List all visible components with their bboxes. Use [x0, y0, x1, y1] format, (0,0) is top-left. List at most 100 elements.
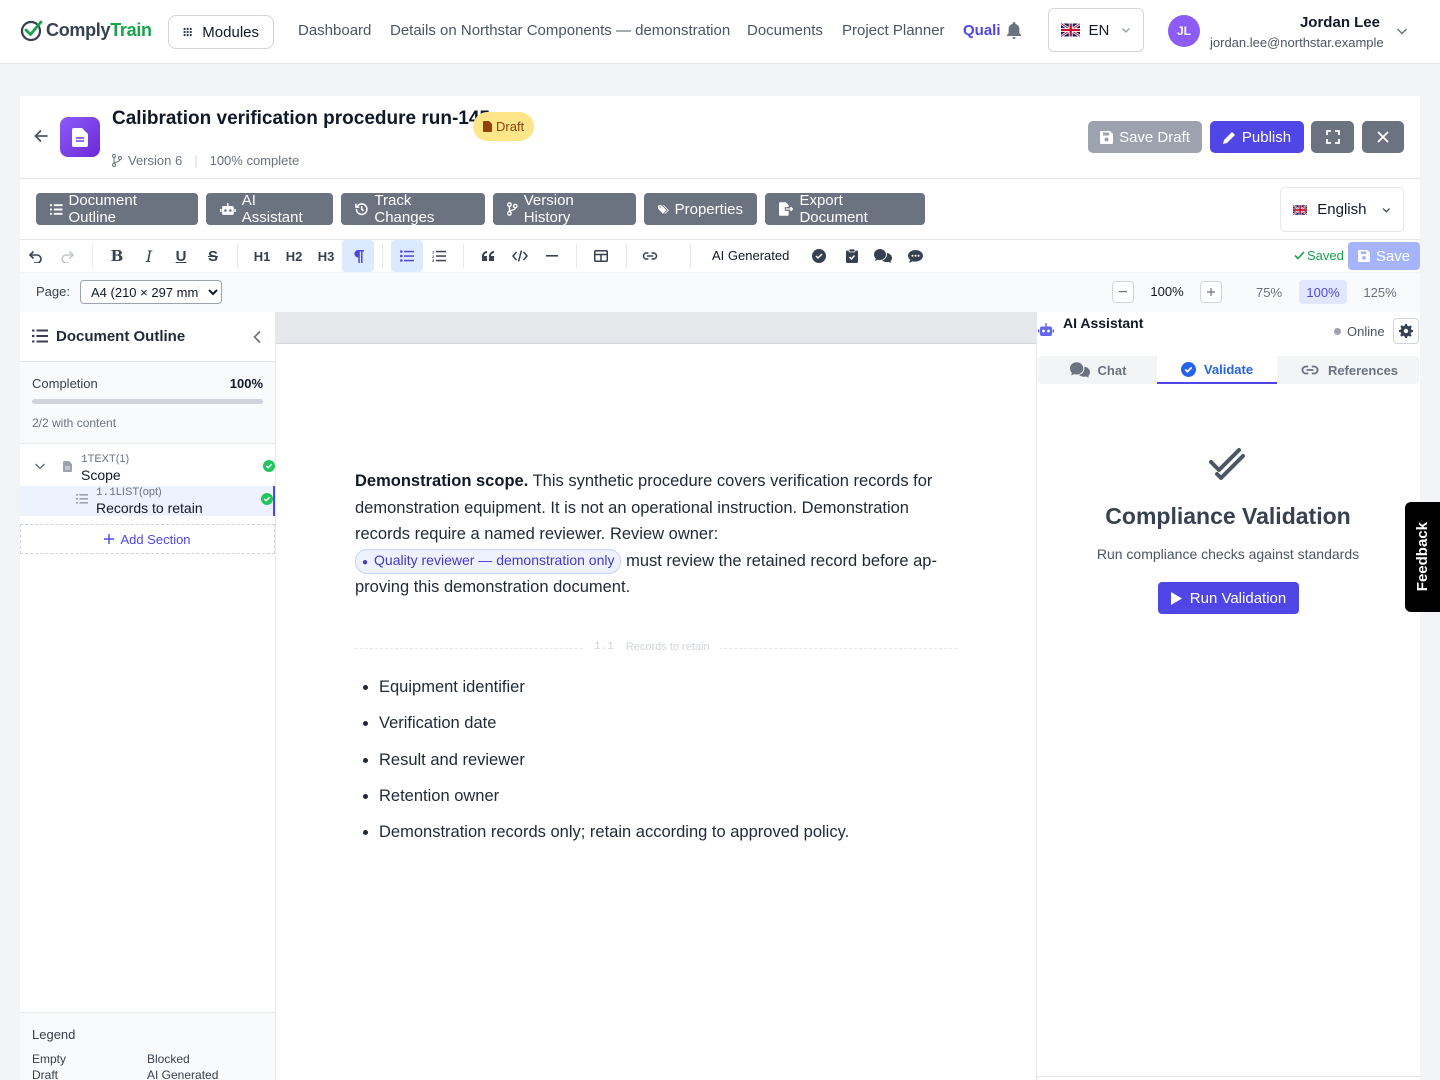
tab-chat[interactable]: Chat [1040, 356, 1156, 384]
list-section-icon [76, 494, 88, 504]
publish-button[interactable]: Publish [1210, 121, 1304, 153]
ai-generated-label[interactable]: AI Generated [712, 248, 789, 263]
list-item[interactable]: Retention owner [379, 784, 959, 820]
run-validation-button[interactable]: Run Validation [1158, 582, 1299, 614]
tab-references[interactable]: References [1280, 356, 1418, 384]
user-avatar[interactable]: JL [1168, 15, 1200, 47]
section-number: 1 [81, 454, 88, 466]
back-arrow-icon[interactable] [34, 129, 48, 143]
zoom-preset-100[interactable]: 100% [1299, 280, 1347, 304]
nav-link-quality[interactable]: Quali [963, 22, 1001, 39]
feedback-tab[interactable]: Feedback [1405, 502, 1440, 612]
undo-button[interactable] [21, 240, 49, 272]
play-icon [1170, 591, 1182, 605]
link-icon [642, 252, 658, 260]
bullet-list-button[interactable] [391, 240, 423, 272]
nav-link-dashboard[interactable]: Dashboard [298, 22, 371, 39]
legend-item-ai-generated: AI Generated [147, 1068, 219, 1080]
properties-button[interactable]: Properties [644, 193, 757, 225]
tab-validate[interactable]: Validate [1157, 356, 1277, 384]
section-expand-chevron-icon[interactable] [34, 462, 46, 471]
undo-icon [28, 250, 42, 263]
user-menu-chevron-icon[interactable] [1396, 26, 1408, 36]
section-divider-label: 1.1 Records to retain [584, 641, 720, 653]
link-button[interactable] [636, 240, 664, 272]
heading-1-button[interactable]: H1 [248, 240, 276, 272]
redo-button[interactable] [54, 240, 82, 272]
close-button[interactable] [1362, 121, 1404, 153]
nav-link-documents[interactable]: Documents [747, 22, 823, 39]
comment-dots-button[interactable] [901, 240, 929, 272]
save-draft-button[interactable]: Save Draft [1088, 121, 1202, 153]
page-size-select[interactable]: A4 (210 × 297 mm) [80, 280, 222, 304]
track-changes-label: Track Changes [374, 192, 435, 226]
blockquote-button[interactable] [474, 240, 502, 272]
document-outline-button[interactable]: Document Outline [36, 192, 198, 226]
underline-button[interactable]: U [167, 240, 195, 272]
version-history-button[interactable]: Version History [493, 192, 636, 226]
heading-2-button[interactable]: H2 [280, 240, 308, 272]
properties-label: Properties [674, 200, 743, 218]
app-logo[interactable]: Comply Train [20, 18, 152, 42]
clipboard-check-icon [846, 249, 858, 263]
ai-status-label: Online [1347, 324, 1385, 339]
saved-status-label: Saved [1307, 248, 1344, 263]
legend-item-draft: Draft [32, 1068, 59, 1080]
scope-paragraph[interactable]: Demonstration scope. This synthetic proc… [355, 468, 955, 601]
page-top-margin [276, 312, 1036, 344]
code-button[interactable] [506, 240, 534, 272]
language-selector[interactable]: EN [1048, 8, 1144, 52]
document-language-label: English [1317, 201, 1367, 218]
link-icon [1301, 365, 1319, 375]
strikethrough-button[interactable]: S [199, 240, 227, 272]
tab-references-label: References [1327, 362, 1399, 378]
clipboard-check-button[interactable] [838, 240, 866, 272]
export-document-button[interactable]: Export Document [765, 192, 925, 226]
version-history-label: Version History [523, 192, 574, 226]
outline-item-records-to-retain[interactable]: Records to retain [96, 500, 203, 516]
document-language-selector[interactable]: English [1280, 187, 1404, 232]
add-section-button[interactable]: Add Section [20, 524, 275, 554]
toolbar-separator [382, 244, 383, 268]
svg-text:3: 3 [432, 258, 435, 262]
collapse-sidebar-chevron-icon[interactable] [252, 330, 262, 344]
horizontal-rule-button[interactable] [538, 240, 566, 272]
paragraph-button[interactable] [342, 240, 374, 272]
list-item[interactable]: Verification date [379, 711, 959, 747]
outline-item-scope[interactable]: Scope [81, 467, 121, 483]
list-item[interactable]: Equipment identifier [379, 675, 959, 711]
table-button[interactable] [587, 240, 615, 272]
zoom-preset-75[interactable]: 75% [1246, 280, 1292, 304]
save-button[interactable]: Save [1348, 242, 1420, 270]
nav-link-details[interactable]: Details on Northstar Components — demons… [390, 22, 730, 39]
zoom-in-button[interactable] [1200, 281, 1222, 303]
ai-settings-button[interactable] [1393, 318, 1419, 344]
save-icon [1100, 130, 1114, 144]
ai-assistant-button[interactable]: AI Assistant [206, 192, 333, 226]
reviewer-tag[interactable]: ● Quality reviewer — demonstration only [355, 548, 622, 574]
comments-button[interactable] [868, 240, 898, 272]
heading-3-button[interactable]: H3 [312, 240, 340, 272]
bold-icon: B [110, 247, 124, 265]
notifications-bell-icon[interactable] [1006, 22, 1022, 40]
records-list[interactable]: Equipment identifier Verification date R… [379, 675, 959, 856]
nav-link-project-planner[interactable]: Project Planner [842, 22, 945, 39]
draft-file-icon [483, 121, 492, 132]
section-complete-check-icon [263, 460, 275, 472]
list-item[interactable]: Demonstration records only; retain accor… [379, 820, 959, 856]
italic-button[interactable]: I [135, 240, 163, 272]
bold-button[interactable]: B [103, 240, 131, 272]
approve-button[interactable] [805, 240, 833, 272]
toolbar-divider [20, 239, 1420, 240]
numbered-list-button[interactable]: 123 [425, 240, 453, 272]
grid-icon [183, 27, 192, 37]
section-number: 1.1 [96, 487, 116, 499]
paragraph-icon [353, 249, 364, 263]
modules-button[interactable]: Modules [168, 15, 274, 49]
quote-icon [481, 251, 494, 261]
fullscreen-button[interactable] [1311, 121, 1354, 153]
track-changes-button[interactable]: Track Changes [341, 192, 485, 226]
list-item[interactable]: Result and reviewer [379, 748, 959, 784]
zoom-out-button[interactable] [1112, 281, 1134, 303]
zoom-preset-125[interactable]: 125% [1356, 280, 1404, 304]
